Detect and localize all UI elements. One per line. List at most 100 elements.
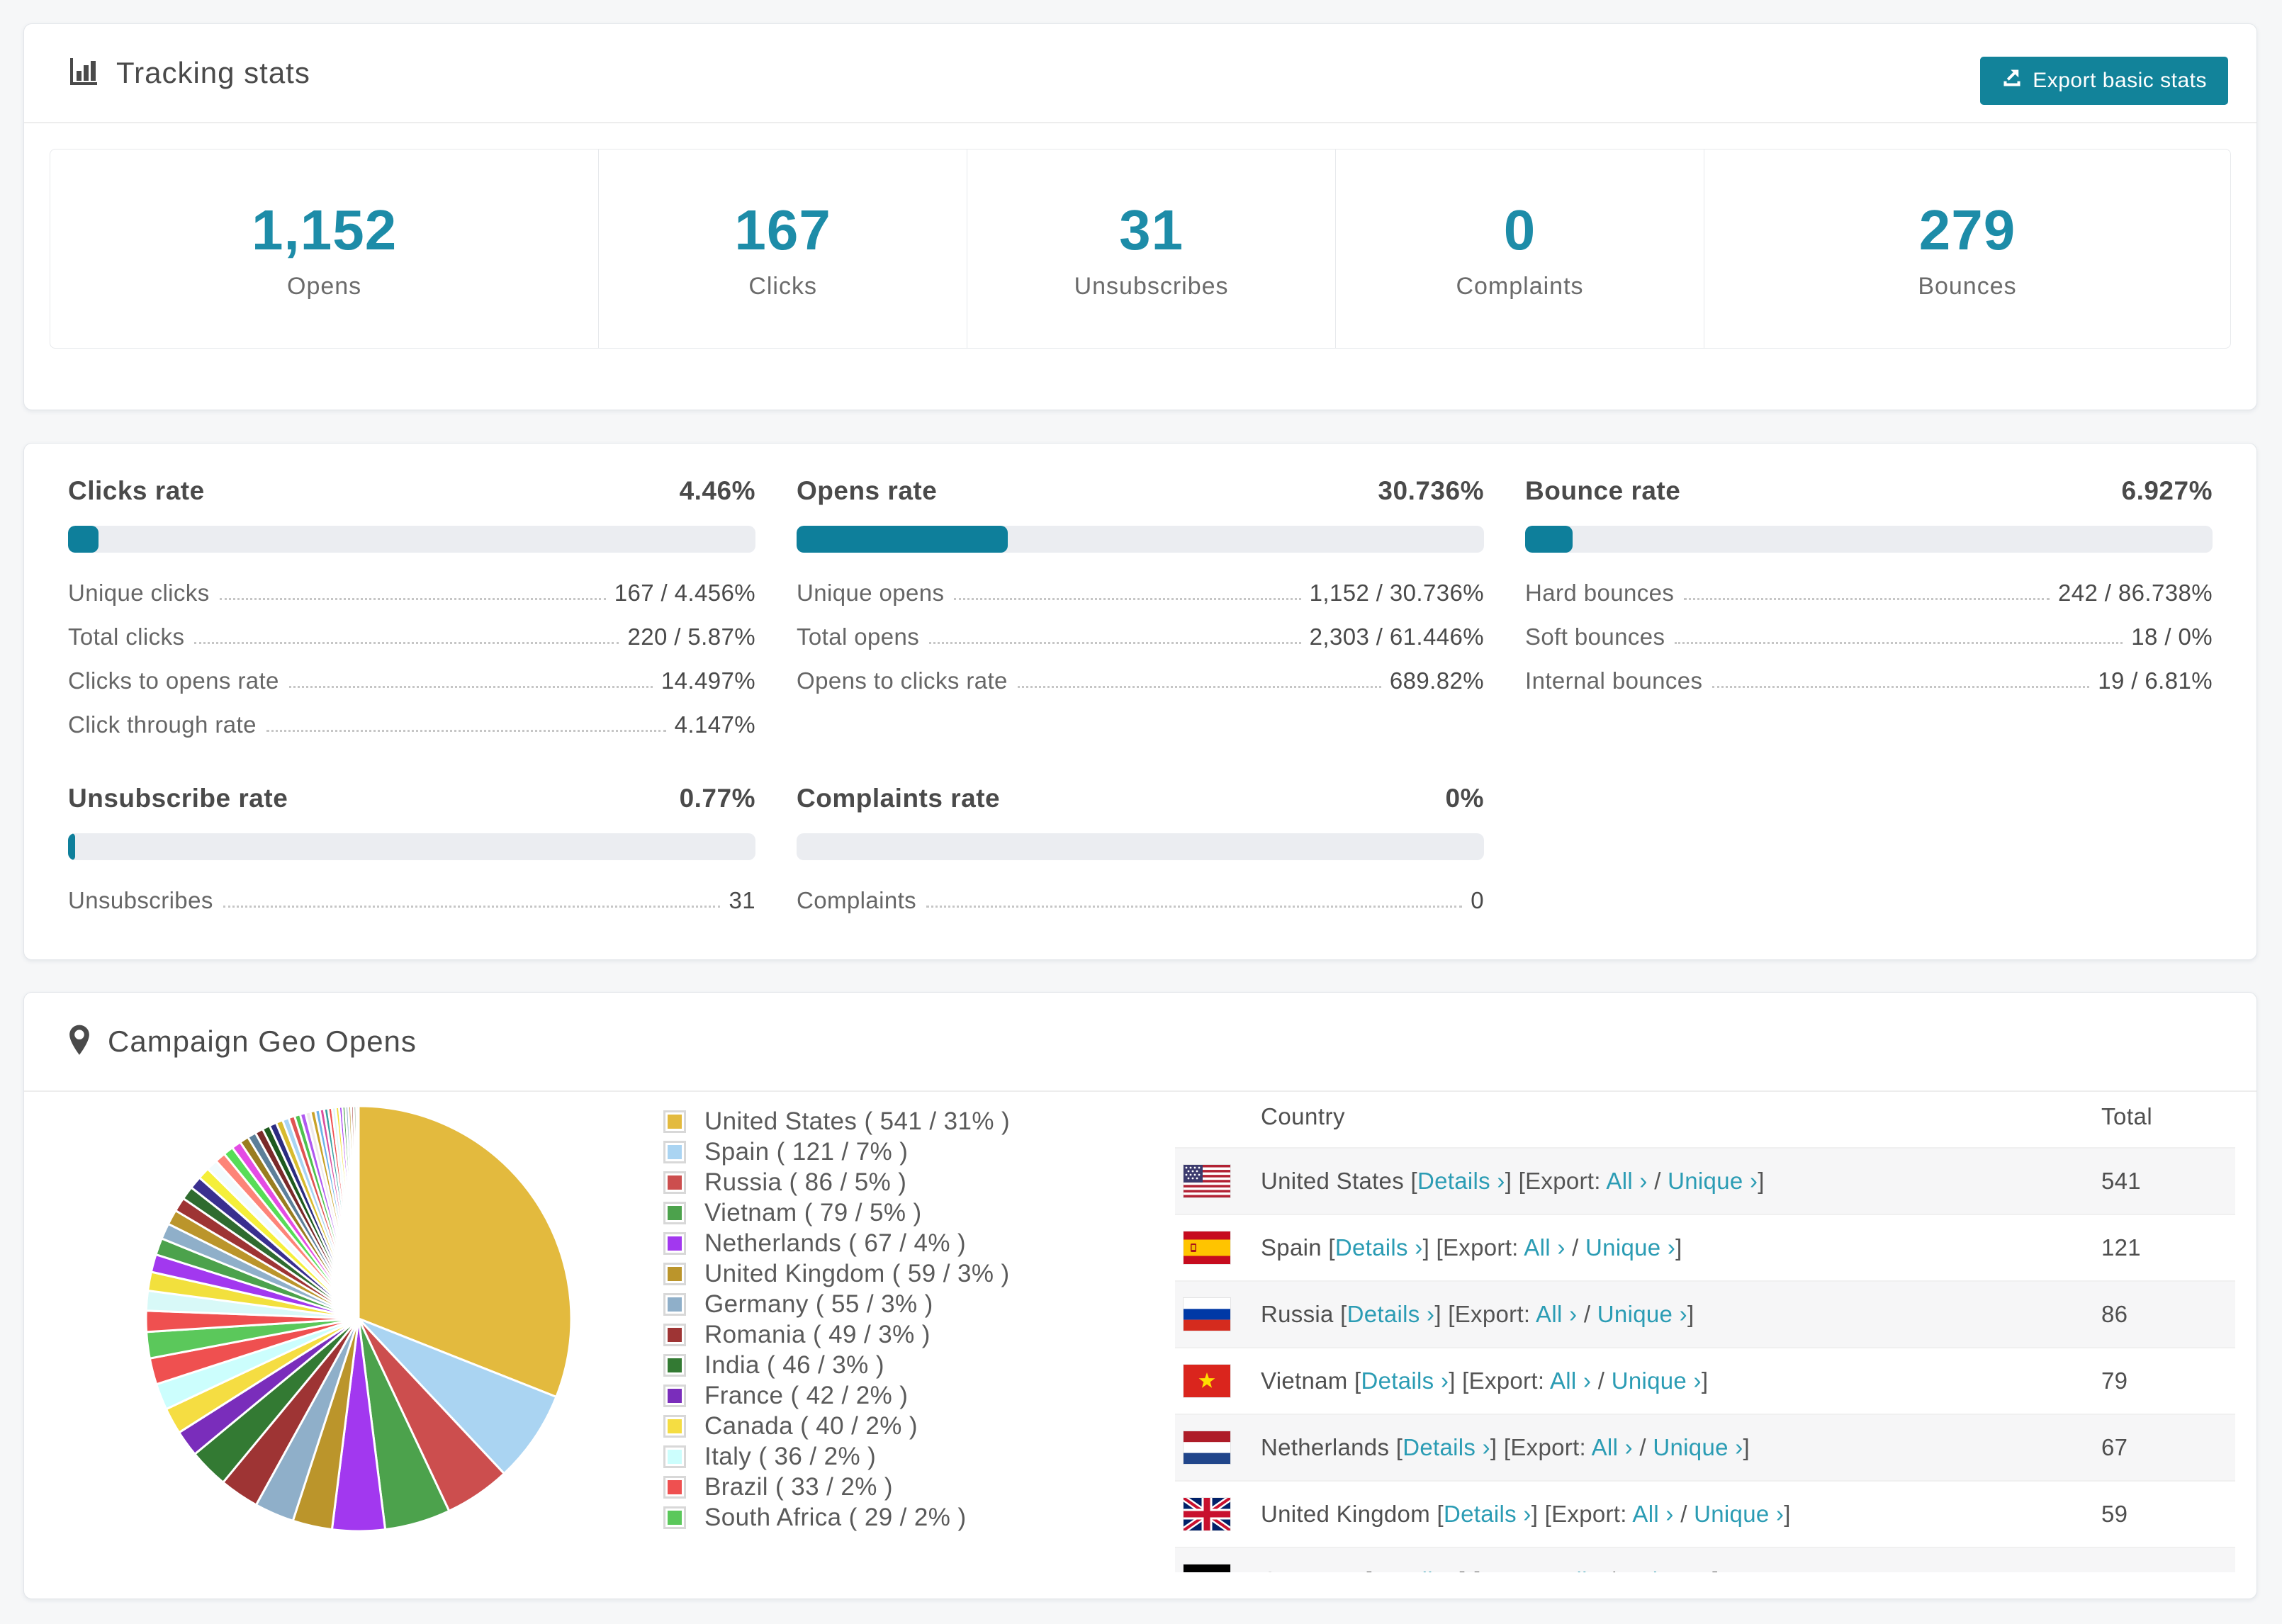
stat-row: Soft bounces 18 / 0% bbox=[1525, 624, 2213, 650]
stat-row: Unsubscribes 31 bbox=[68, 887, 755, 914]
details-link[interactable]: Details › bbox=[1361, 1368, 1449, 1394]
country-name: Spain bbox=[1261, 1234, 1329, 1261]
rate-value: 4.46% bbox=[679, 476, 755, 505]
country-cell: Spain [Details ›] [Export: All › / Uniqu… bbox=[1175, 1231, 2101, 1264]
legend-item-brazil[interactable]: Brazil ( 33 / 2% ) bbox=[663, 1472, 1010, 1502]
legend-item-vietnam[interactable]: Vietnam ( 79 / 5% ) bbox=[663, 1197, 1010, 1228]
export-all-link[interactable]: All › bbox=[1561, 1567, 1602, 1572]
flag-icon-us bbox=[1184, 1165, 1230, 1197]
details-link[interactable]: Details › bbox=[1335, 1234, 1423, 1261]
legend-item-netherlands[interactable]: Netherlands ( 67 / 4% ) bbox=[663, 1228, 1010, 1258]
country-row-text: United States [Details ›] [Export: All ›… bbox=[1261, 1168, 1765, 1195]
bracket: [ bbox=[1437, 1501, 1444, 1527]
export-unique-link[interactable]: Unique › bbox=[1694, 1501, 1784, 1527]
export-all-link[interactable]: All › bbox=[1592, 1434, 1633, 1460]
rate-rows: Unsubscribes 31 bbox=[68, 887, 755, 914]
summary-stats-box: 1,152 Opens 167 Clicks 31 Unsubscribes 0 Compla… bbox=[50, 149, 2231, 349]
progress-bar-fill bbox=[68, 833, 75, 860]
legend-item-united-states[interactable]: United States ( 541 / 31% ) bbox=[663, 1106, 1010, 1137]
total-value: 121 bbox=[2101, 1234, 2141, 1261]
geo-pie-chart[interactable] bbox=[137, 1098, 580, 1540]
details-link[interactable]: Details › bbox=[1444, 1501, 1531, 1527]
pie-legend: United States ( 541 / 31% ) Spain ( 121 /… bbox=[663, 1106, 1010, 1533]
export-unique-link[interactable]: Unique › bbox=[1585, 1234, 1675, 1261]
details-link[interactable]: Details › bbox=[1403, 1434, 1490, 1460]
total-value: 59 bbox=[2101, 1501, 2128, 1527]
details-link[interactable]: Details › bbox=[1372, 1567, 1460, 1572]
legend-swatch bbox=[663, 1292, 686, 1316]
dotted-leader bbox=[929, 642, 1301, 644]
rate-value: 6.927% bbox=[2121, 476, 2213, 505]
stat-cell-complaints: 0 Complaints bbox=[1336, 150, 1704, 348]
legend-item-russia[interactable]: Russia ( 86 / 5% ) bbox=[663, 1167, 1010, 1197]
table-row-ru: Russia [Details ›] [Export: All › / Uniq… bbox=[1175, 1280, 2235, 1347]
legend-label: Netherlands ( 67 / 4% ) bbox=[704, 1229, 967, 1257]
legend-swatch bbox=[663, 1475, 686, 1499]
legend-item-germany[interactable]: Germany ( 55 / 3% ) bbox=[663, 1289, 1010, 1319]
export-all-link[interactable]: All › bbox=[1536, 1301, 1577, 1327]
bracket: [ bbox=[1354, 1368, 1361, 1394]
stat-label: Unsubscribes bbox=[1074, 272, 1229, 300]
legend-item-italy[interactable]: Italy ( 36 / 2% ) bbox=[663, 1441, 1010, 1472]
details-link[interactable]: Details › bbox=[1347, 1301, 1435, 1327]
slash: / bbox=[1565, 1234, 1586, 1261]
legend-item-spain[interactable]: Spain ( 121 / 7% ) bbox=[663, 1137, 1010, 1167]
stat-row-label: Complaints bbox=[797, 887, 917, 913]
export-unique-link[interactable]: Unique › bbox=[1612, 1368, 1702, 1394]
country-name: United States bbox=[1261, 1168, 1411, 1194]
rate-rows: Hard bounces 242 / 86.738% Soft bounces 18 … bbox=[1525, 580, 2213, 694]
legend-item-canada[interactable]: Canada ( 40 / 2% ) bbox=[663, 1411, 1010, 1441]
flag-icon-nl bbox=[1184, 1431, 1230, 1464]
legend-label: Brazil ( 33 / 2% ) bbox=[704, 1472, 893, 1501]
legend-label: France ( 42 / 2% ) bbox=[704, 1381, 909, 1409]
legend-label: Canada ( 40 / 2% ) bbox=[704, 1411, 918, 1440]
rate-rows: Complaints 0 bbox=[797, 887, 1484, 914]
dotted-leader bbox=[1684, 598, 2050, 600]
legend-item-south-africa[interactable]: South Africa ( 29 / 2% ) bbox=[663, 1502, 1010, 1533]
country-name: Germany bbox=[1261, 1567, 1365, 1572]
export-unique-link[interactable]: Unique › bbox=[1653, 1434, 1743, 1460]
details-link[interactable]: Details › bbox=[1417, 1168, 1505, 1194]
legend-label: Italy ( 36 / 2% ) bbox=[704, 1442, 877, 1470]
slash: / bbox=[1577, 1301, 1597, 1327]
legend-swatch bbox=[663, 1353, 686, 1377]
progress-bar-fill bbox=[1525, 526, 1573, 553]
progress-bar bbox=[797, 526, 1484, 553]
country-row-text: Germany [Details ›] [Export: All › / Uni… bbox=[1261, 1567, 1719, 1572]
bar-chart-icon bbox=[68, 56, 99, 91]
export-all-link[interactable]: All › bbox=[1550, 1368, 1591, 1394]
legend-item-india[interactable]: India ( 46 / 3% ) bbox=[663, 1350, 1010, 1380]
export-unique-link[interactable]: Unique › bbox=[1622, 1567, 1712, 1572]
progress-bar bbox=[797, 833, 1484, 860]
legend-label: India ( 46 / 3% ) bbox=[704, 1350, 884, 1379]
stat-row: Total clicks 220 / 5.87% bbox=[68, 624, 755, 650]
stat-row-label: Clicks to opens rate bbox=[68, 667, 279, 694]
export-all-link[interactable]: All › bbox=[1632, 1501, 1673, 1527]
rate-value: 0.77% bbox=[679, 784, 755, 813]
stat-value: 1,152 bbox=[251, 198, 398, 261]
export-label: [Export: bbox=[1518, 1168, 1607, 1194]
export-icon bbox=[2001, 67, 2023, 94]
legend-item-france[interactable]: France ( 42 / 2% ) bbox=[663, 1380, 1010, 1411]
stat-row-label: Hard bounces bbox=[1525, 580, 1675, 606]
legend-item-united-kingdom[interactable]: United Kingdom ( 59 / 3% ) bbox=[663, 1258, 1010, 1289]
total-value: 86 bbox=[2101, 1301, 2128, 1327]
legend-item-romania[interactable]: Romania ( 49 / 3% ) bbox=[663, 1319, 1010, 1350]
bracket: [ bbox=[1340, 1301, 1347, 1327]
rate-title: Bounce rate bbox=[1525, 476, 1681, 505]
stat-row-value: 19 / 6.81% bbox=[2098, 667, 2213, 694]
export-unique-link[interactable]: Unique › bbox=[1597, 1301, 1687, 1327]
export-unique-link[interactable]: Unique › bbox=[1668, 1168, 1758, 1194]
stat-value: 31 bbox=[1119, 198, 1184, 261]
country-row-text: United Kingdom [Details ›] [Export: All … bbox=[1261, 1501, 1791, 1528]
export-basic-stats-button[interactable]: Export basic stats bbox=[1980, 57, 2228, 105]
export-all-link[interactable]: All › bbox=[1524, 1234, 1565, 1261]
stat-row-value: 220 / 5.87% bbox=[627, 624, 755, 650]
dotted-leader bbox=[954, 598, 1301, 600]
flag-icon-gb bbox=[1184, 1498, 1230, 1530]
export-all-link[interactable]: All › bbox=[1606, 1168, 1647, 1194]
bracket: ] bbox=[1712, 1567, 1719, 1572]
rate-rows: Unique clicks 167 / 4.456% Total clicks 220… bbox=[68, 580, 755, 738]
stat-label: Opens bbox=[287, 272, 362, 300]
dotted-leader bbox=[219, 598, 606, 600]
